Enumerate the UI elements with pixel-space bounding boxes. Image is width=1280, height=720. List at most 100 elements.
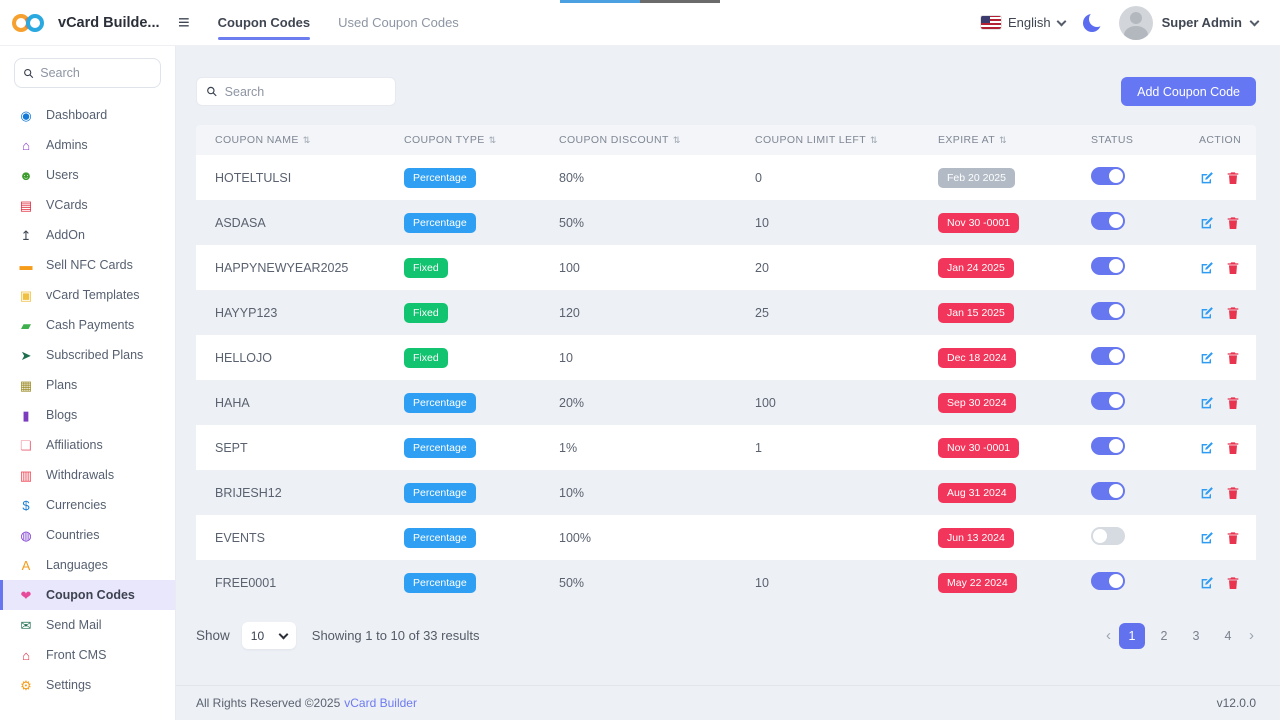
dark-mode-moon-icon[interactable] — [1083, 14, 1101, 32]
sidebar-search[interactable] — [14, 58, 161, 88]
sort-icon[interactable]: ⇅ — [999, 135, 1007, 146]
page-size-select[interactable]: 10 — [242, 622, 296, 649]
sidebar-item-label: Settings — [46, 678, 91, 692]
page-button-2[interactable]: 2 — [1151, 623, 1177, 649]
column-header-coupon-name[interactable]: COUPON NAME⇅ — [215, 134, 404, 146]
status-cell — [1091, 167, 1199, 188]
prev-page-button[interactable]: ‹ — [1104, 627, 1113, 644]
sort-icon[interactable]: ⇅ — [870, 135, 878, 146]
edit-icon[interactable] — [1199, 485, 1215, 501]
hamburger-menu-icon[interactable]: ≡ — [178, 13, 190, 33]
status-toggle[interactable] — [1091, 527, 1125, 545]
tab-used-coupon-codes[interactable]: Used Coupon Codes — [338, 0, 459, 46]
sidebar-item-send-mail[interactable]: ✉Send Mail — [0, 610, 175, 640]
coupon-discount-cell: 10 — [559, 351, 755, 365]
delete-icon[interactable] — [1225, 575, 1241, 591]
delete-icon[interactable] — [1225, 215, 1241, 231]
sidebar-item-sell-nfc-cards[interactable]: ▬Sell NFC Cards — [0, 250, 175, 280]
table-search[interactable] — [196, 77, 396, 106]
edit-icon[interactable] — [1199, 530, 1215, 546]
pagination-summary: Showing 1 to 10 of 33 results — [312, 628, 480, 643]
sidebar-item-subscribed-plans[interactable]: ➤Subscribed Plans — [0, 340, 175, 370]
delete-icon[interactable] — [1225, 170, 1241, 186]
sidebar-item-countries[interactable]: ◍Countries — [0, 520, 175, 550]
brand-link[interactable]: vCard Builder — [344, 696, 417, 710]
column-header-coupon-limit-left[interactable]: COUPON LIMIT LEFT⇅ — [755, 134, 938, 146]
sidebar-item-label: Cash Payments — [46, 318, 134, 332]
sidebar-item-withdrawals[interactable]: ▥Withdrawals — [0, 460, 175, 490]
sidebar-item-blogs[interactable]: ▮Blogs — [0, 400, 175, 430]
sidebar-item-addon[interactable]: ↥AddOn — [0, 220, 175, 250]
status-toggle[interactable] — [1091, 167, 1125, 185]
user-menu[interactable]: Super Admin — [1119, 6, 1258, 40]
sidebar-search-input[interactable] — [40, 66, 152, 80]
dashboard-icon: ◉ — [18, 109, 34, 122]
sidebar-item-languages[interactable]: ALanguages — [0, 550, 175, 580]
column-header-coupon-type[interactable]: COUPON TYPE⇅ — [404, 134, 559, 146]
expire-at-cell: May 22 2024 — [938, 573, 1091, 593]
status-cell — [1091, 392, 1199, 413]
delete-icon[interactable] — [1225, 485, 1241, 501]
coupon-type-cell: Fixed — [404, 303, 559, 323]
edit-icon[interactable] — [1199, 395, 1215, 411]
edit-icon[interactable] — [1199, 260, 1215, 276]
page-button-4[interactable]: 4 — [1215, 623, 1241, 649]
sidebar-item-vcard-templates[interactable]: ▣vCard Templates — [0, 280, 175, 310]
sidebar-item-affiliations[interactable]: ❏Affiliations — [0, 430, 175, 460]
edit-icon[interactable] — [1199, 575, 1215, 591]
sidebar-item-admins[interactable]: ⌂Admins — [0, 130, 175, 160]
column-header-coupon-discount[interactable]: COUPON DISCOUNT⇅ — [559, 134, 755, 146]
status-toggle[interactable] — [1091, 482, 1125, 500]
status-toggle[interactable] — [1091, 257, 1125, 275]
edit-icon[interactable] — [1199, 350, 1215, 366]
delete-icon[interactable] — [1225, 530, 1241, 546]
next-page-button[interactable]: › — [1247, 627, 1256, 644]
edit-icon[interactable] — [1199, 170, 1215, 186]
edit-icon[interactable] — [1199, 440, 1215, 456]
sidebar-item-users[interactable]: ☻Users — [0, 160, 175, 190]
sort-icon[interactable]: ⇅ — [489, 135, 497, 146]
status-toggle[interactable] — [1091, 437, 1125, 455]
sidebar-item-cash-payments[interactable]: ▰Cash Payments — [0, 310, 175, 340]
coupon-name-cell: HAPPYNEWYEAR2025 — [215, 261, 404, 275]
sidebar: ◉Dashboard⌂Admins☻Users▤VCards↥AddOn▬Sel… — [0, 46, 176, 720]
status-toggle[interactable] — [1091, 392, 1125, 410]
status-toggle[interactable] — [1091, 302, 1125, 320]
edit-icon[interactable] — [1199, 305, 1215, 321]
column-header-expire-at[interactable]: EXPIRE AT⇅ — [938, 134, 1091, 146]
action-cell — [1199, 395, 1256, 411]
page-button-3[interactable]: 3 — [1183, 623, 1209, 649]
coupon-type-cell: Percentage — [404, 528, 559, 548]
sort-icon[interactable]: ⇅ — [303, 135, 311, 146]
status-toggle[interactable] — [1091, 347, 1125, 365]
sidebar-item-currencies[interactable]: $Currencies — [0, 490, 175, 520]
delete-icon[interactable] — [1225, 440, 1241, 456]
edit-icon[interactable] — [1199, 215, 1215, 231]
delete-icon[interactable] — [1225, 260, 1241, 276]
us-flag-icon — [981, 16, 1001, 29]
front-cms-icon: ⌂ — [18, 649, 34, 662]
language-selector[interactable]: English — [981, 15, 1065, 30]
sidebar-item-dashboard[interactable]: ◉Dashboard — [0, 100, 175, 130]
table-search-input[interactable] — [225, 85, 386, 99]
sidebar-item-vcards[interactable]: ▤VCards — [0, 190, 175, 220]
sidebar-item-plans[interactable]: ▦Plans — [0, 370, 175, 400]
tab-coupon-codes[interactable]: Coupon Codes — [218, 0, 310, 46]
sort-icon[interactable]: ⇅ — [673, 135, 681, 146]
sidebar-item-settings[interactable]: ⚙Settings — [0, 670, 175, 700]
delete-icon[interactable] — [1225, 305, 1241, 321]
delete-icon[interactable] — [1225, 395, 1241, 411]
coupon-discount-cell: 100% — [559, 531, 755, 545]
table-row: HAYYP123Fixed12025Jan 15 2025 — [196, 290, 1256, 335]
chevron-down-icon — [1056, 16, 1066, 26]
status-toggle[interactable] — [1091, 212, 1125, 230]
coupon-discount-cell: 80% — [559, 171, 755, 185]
delete-icon[interactable] — [1225, 350, 1241, 366]
status-toggle[interactable] — [1091, 572, 1125, 590]
add-coupon-code-button[interactable]: Add Coupon Code — [1121, 77, 1256, 106]
header-right: English Super Admin — [981, 6, 1280, 40]
sidebar-item-coupon-codes[interactable]: ❤Coupon Codes — [0, 580, 175, 610]
sidebar-item-front-cms[interactable]: ⌂Front CMS — [0, 640, 175, 670]
page-button-1[interactable]: 1 — [1119, 623, 1145, 649]
sidebar-item-label: Withdrawals — [46, 468, 114, 482]
